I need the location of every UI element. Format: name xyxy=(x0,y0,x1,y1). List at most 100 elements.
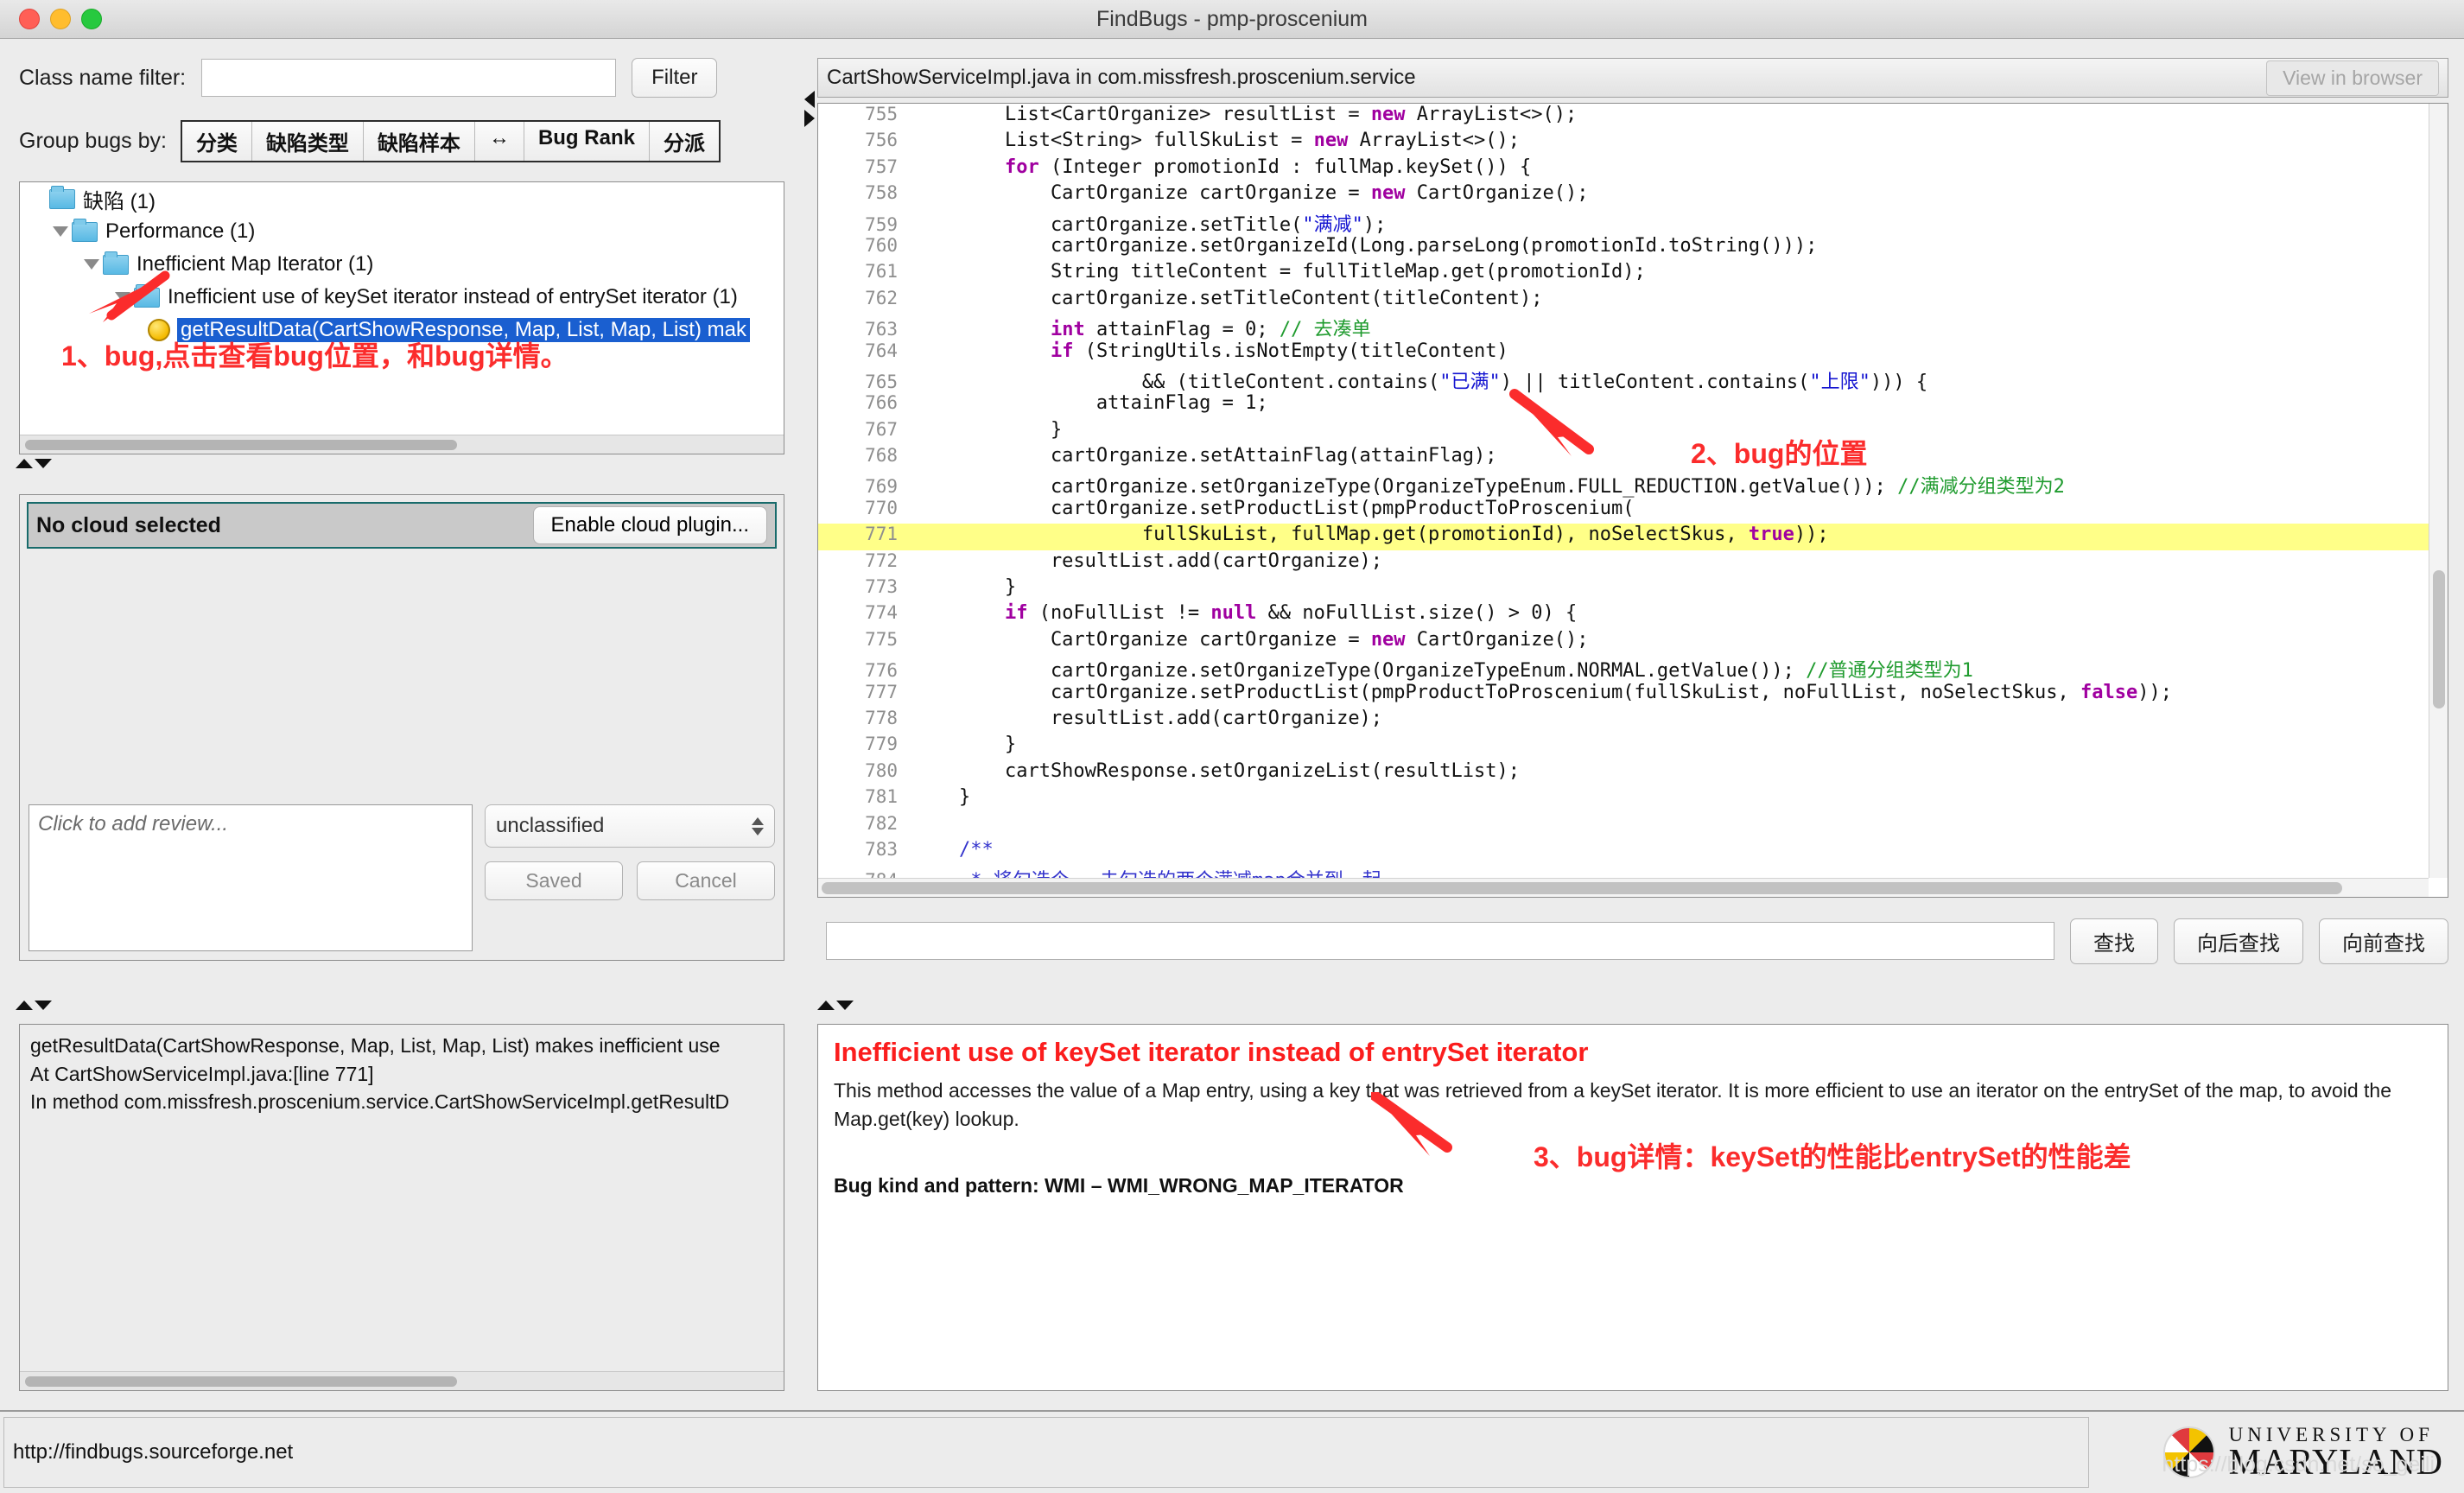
tree-node-inefficient-map-iterator[interactable]: Inefficient Map Iterator (1) xyxy=(20,248,784,281)
umd-line-1: UNIVERSITY OF xyxy=(2228,1423,2434,1445)
scrollbar-thumb[interactable] xyxy=(822,882,2342,894)
folder-icon xyxy=(72,218,98,242)
review-area: Click to add review... unclassified Save… xyxy=(29,804,775,951)
cancel-review-button[interactable]: Cancel xyxy=(637,861,775,900)
code-line: 770 cartOrganize.setProductList(pmpProdu… xyxy=(818,498,2429,524)
code-text: List<CartOrganize> resultList = new Arra… xyxy=(913,104,1578,125)
line-number: 762 xyxy=(865,287,898,308)
annotation-2-text: 2、bug的位置 xyxy=(1691,438,1868,469)
source-code-hscrollbar[interactable] xyxy=(818,878,2429,897)
line-number: 760 xyxy=(865,234,898,256)
save-review-button[interactable]: Saved xyxy=(485,861,623,900)
review-text-input[interactable]: Click to add review... xyxy=(29,804,473,951)
bug-summary-panel: getResultData(CartShowResponse, Map, Lis… xyxy=(19,1024,784,1391)
splitter-up-icon[interactable] xyxy=(16,458,33,468)
group-by-category-tab[interactable]: 分类 xyxy=(181,122,252,161)
scrollbar-thumb[interactable] xyxy=(25,440,457,450)
group-by-bug-rank-tab[interactable]: Bug Rank xyxy=(524,122,650,161)
scrollbar-thumb[interactable] xyxy=(2433,570,2445,708)
bug-tree-hscrollbar[interactable] xyxy=(20,435,784,454)
bug-kind-and-pattern: Bug kind and pattern: WMI – WMI_WRONG_MA… xyxy=(834,1173,1404,1197)
code-text: } xyxy=(913,418,1063,441)
splitter-right-icon[interactable] xyxy=(804,110,815,127)
review-buttons: Saved Cancel xyxy=(485,861,775,900)
group-by-bug-pattern-tab[interactable]: 缺陷样本 xyxy=(363,122,475,161)
find-input[interactable] xyxy=(826,922,2054,960)
tree-node-defects[interactable]: 缺陷 (1) xyxy=(20,182,784,215)
close-window-button[interactable] xyxy=(19,9,40,29)
bug-detail-panel: Inefficient use of keySet iterator inste… xyxy=(817,1024,2448,1391)
line-number: 772 xyxy=(865,550,898,571)
zoom-window-button[interactable] xyxy=(81,9,102,29)
scrollbar-thumb[interactable] xyxy=(25,1376,457,1387)
code-text: cartOrganize.setProductList(pmpProductTo… xyxy=(913,497,1635,519)
code-text: } xyxy=(913,734,1017,756)
class-filter-input[interactable] xyxy=(201,59,617,97)
filter-button[interactable]: Filter xyxy=(632,58,718,98)
find-backward-button[interactable]: 向后查找 xyxy=(2174,918,2303,964)
splitter-down-icon[interactable] xyxy=(836,1000,854,1010)
splitter-up-icon[interactable] xyxy=(16,1000,33,1010)
bug-summary-text: getResultData(CartShowResponse, Map, Lis… xyxy=(20,1025,784,1369)
bug-tree[interactable]: 缺陷 (1) Performance (1) Inefficient Map I… xyxy=(19,181,784,454)
enable-cloud-plugin-button[interactable]: Enable cloud plugin... xyxy=(532,506,767,544)
group-by-swap-icon[interactable]: ↔ xyxy=(474,122,524,161)
cloud-status-label: No cloud selected xyxy=(36,512,221,537)
code-line: 760 cartOrganize.setOrganizeId(Long.pars… xyxy=(818,235,2429,261)
vertical-splitter[interactable] xyxy=(803,39,817,1410)
group-by-assignment-tab[interactable]: 分派 xyxy=(649,122,719,161)
annotation-3-text: 3、bug详情：keySet的性能比entrySet的性能差 xyxy=(1534,1141,2131,1172)
source-code-vscrollbar[interactable] xyxy=(2429,104,2448,878)
tree-splitter[interactable] xyxy=(0,454,803,472)
line-number: 761 xyxy=(865,261,898,283)
umd-wordmark: UNIVERSITY OF MARYLAND xyxy=(2229,1425,2443,1481)
view-in-browser-button[interactable]: View in browser xyxy=(2266,60,2439,96)
findbugs-window: FindBugs - pmp-proscenium Class name fil… xyxy=(0,0,2464,1493)
chevron-down-icon[interactable] xyxy=(80,259,103,270)
splitter-down-icon[interactable] xyxy=(35,458,52,468)
line-number: 765 xyxy=(865,371,898,392)
line-number: 780 xyxy=(865,759,898,781)
status-url-text: http://findbugs.sourceforge.net xyxy=(3,1417,2089,1488)
splitter-left-icon[interactable] xyxy=(804,91,815,108)
source-code-view[interactable]: 755 List<CartOrganize> resultList = new … xyxy=(817,103,2448,898)
splitter-down-icon[interactable] xyxy=(35,1000,52,1010)
code-text: resultList.add(cartOrganize); xyxy=(913,550,1383,572)
bug-summary-line: In method com.missfresh.proscenium.servi… xyxy=(30,1090,730,1114)
splitter-up-icon[interactable] xyxy=(817,1000,835,1010)
code-line: 784 * 将勾选个 ，未勾选的两个满减map合并到一起。 xyxy=(818,865,2429,878)
chevron-down-icon[interactable] xyxy=(49,226,72,237)
group-bugs-by-row: Group bugs by: 分类 缺陷类型 缺陷样本 ↔ Bug Rank 分… xyxy=(0,98,803,162)
class-filter-row: Class name filter: Filter xyxy=(0,39,803,98)
tree-node-label: Inefficient use of keySet iterator inste… xyxy=(168,285,738,308)
splitter-expand-arrows[interactable] xyxy=(804,91,815,127)
code-line: 757 for (Integer promotionId : fullMap.k… xyxy=(818,156,2429,182)
bug-summary-splitter[interactable] xyxy=(0,996,52,1013)
code-text: } xyxy=(913,576,1017,599)
code-line: 766 attainFlag = 1; xyxy=(818,392,2429,418)
line-number: 763 xyxy=(865,319,898,340)
line-number: 776 xyxy=(865,660,898,682)
line-number: 777 xyxy=(865,681,898,702)
code-line: 780 cartShowResponse.setOrganizeList(res… xyxy=(818,760,2429,786)
detail-splitter[interactable] xyxy=(802,996,854,1013)
tree-node-keyset-iterator-pattern[interactable]: Inefficient use of keySet iterator inste… xyxy=(20,281,784,314)
minimize-window-button[interactable] xyxy=(50,9,71,29)
classification-select[interactable]: unclassified xyxy=(485,804,775,848)
chevron-down-icon[interactable] xyxy=(111,292,134,302)
find-button[interactable]: 查找 xyxy=(2070,918,2158,964)
find-forward-button[interactable]: 向前查找 xyxy=(2319,918,2448,964)
code-line: 781 } xyxy=(818,786,2429,812)
bug-summary-line: getResultData(CartShowResponse, Map, Lis… xyxy=(30,1034,721,1057)
line-number: 775 xyxy=(865,628,898,650)
bug-summary-hscrollbar[interactable] xyxy=(20,1371,784,1390)
stepper-arrows-icon[interactable] xyxy=(752,816,764,835)
code-line: 774 if (noFullList != null && noFullList… xyxy=(818,602,2429,628)
tree-node-performance[interactable]: Performance (1) xyxy=(20,215,784,248)
code-line: 776 cartOrganize.setOrganizeType(Organiz… xyxy=(818,655,2429,682)
line-number: 766 xyxy=(865,392,898,414)
group-by-bug-type-tab[interactable]: 缺陷类型 xyxy=(251,122,364,161)
code-text: cartOrganize.setOrganizeType(OrganizeTyp… xyxy=(913,476,2065,499)
code-line: 769 cartOrganize.setOrganizeType(Organiz… xyxy=(818,471,2429,499)
maryland-seal-icon xyxy=(2162,1426,2215,1478)
